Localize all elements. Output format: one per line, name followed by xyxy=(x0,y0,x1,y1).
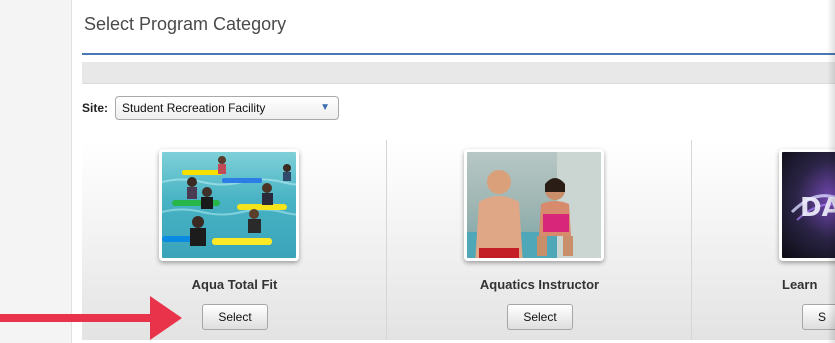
site-label: Site: xyxy=(82,101,109,115)
site-filter: Site: Student Recreation Facility ▼ xyxy=(82,96,340,120)
site-select-value: Student Recreation Facility xyxy=(122,101,266,115)
aqua-fitness-class-photo[interactable] xyxy=(159,149,299,261)
category-name: Aquatics Instructor xyxy=(479,277,600,292)
right-arrow-icon xyxy=(0,296,182,340)
program-category-panel: Select Program Category Site: Student Re… xyxy=(72,0,835,343)
select-button-aqua-total-fit[interactable]: Select xyxy=(202,304,268,330)
select-button-aquatics-instructor[interactable]: Select xyxy=(507,304,573,330)
toolbar-bar xyxy=(82,62,835,84)
page-title: Select Program Category xyxy=(84,14,287,34)
category-card-aquatics-instructor: Aquatics Instructor Select xyxy=(387,140,692,340)
chevron-down-icon: ▼ xyxy=(320,102,331,113)
category-cards: Aqua Total Fit Select Aquatics Instructo… xyxy=(82,140,835,340)
category-name: Learn xyxy=(782,277,818,292)
edge-shadow xyxy=(827,0,835,343)
category-card-learn: DA Learn S xyxy=(692,140,835,340)
site-select[interactable]: Student Recreation Facility ▼ xyxy=(115,96,340,120)
swim-instructor-photo[interactable] xyxy=(464,149,604,261)
title-divider xyxy=(82,53,835,55)
